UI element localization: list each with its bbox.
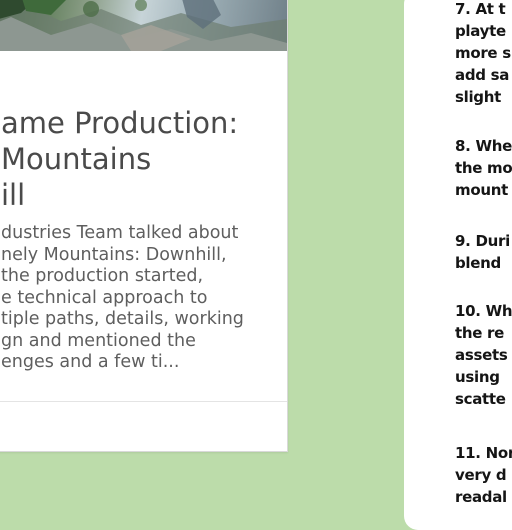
article-thumbnail[interactable] xyxy=(0,0,287,51)
mountain-landscape-image xyxy=(0,0,287,51)
list-item: 9. Duri blend xyxy=(455,232,510,272)
list-item: 8. Whe the mo mount xyxy=(455,137,512,199)
list-item: 10. Wh the re assets using scatte xyxy=(455,302,512,408)
card-divider xyxy=(0,401,287,402)
article-title[interactable]: ame Production: Mountains ill xyxy=(1,105,287,213)
document-panel: 7. At t playte more s add sa slight 8. W… xyxy=(404,0,512,530)
article-excerpt: dustries Team talked about nely Mountain… xyxy=(1,223,244,372)
article-card[interactable]: ame Production: Mountains ill dustries T… xyxy=(0,0,288,452)
list-item: 7. At t playte more s add sa slight xyxy=(455,0,511,106)
list-item: 11. Nor very d readal xyxy=(455,444,512,506)
